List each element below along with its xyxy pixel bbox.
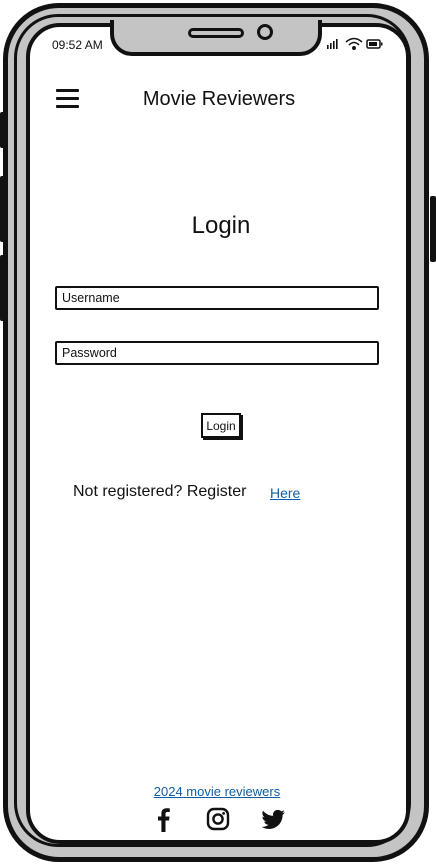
notch bbox=[110, 20, 322, 56]
password-field[interactable] bbox=[55, 341, 379, 365]
signal-icon bbox=[327, 39, 338, 49]
side-button-right bbox=[430, 196, 436, 262]
front-camera bbox=[257, 24, 273, 40]
battery-icon bbox=[366, 39, 383, 49]
twitter-icon[interactable] bbox=[259, 805, 287, 833]
login-heading: Login bbox=[191, 212, 251, 239]
speaker-grille bbox=[188, 28, 244, 38]
facebook-icon[interactable] bbox=[150, 805, 178, 833]
status-icons bbox=[326, 35, 386, 58]
side-button-left bbox=[0, 176, 6, 242]
username-input[interactable] bbox=[62, 289, 372, 307]
status-time: 09:52 AM bbox=[52, 38, 103, 52]
login-button[interactable]: Login bbox=[201, 413, 241, 438]
instagram-icon[interactable] bbox=[204, 805, 232, 833]
password-input[interactable] bbox=[62, 344, 372, 362]
side-button-left bbox=[0, 255, 6, 321]
register-link[interactable]: Here bbox=[270, 485, 300, 501]
register-prompt: Not registered? Register bbox=[73, 483, 247, 500]
hamburger-menu-icon[interactable] bbox=[56, 87, 80, 108]
side-button-left bbox=[0, 112, 6, 148]
wifi-icon bbox=[345, 37, 363, 50]
app-title: Movie Reviewers bbox=[142, 88, 296, 110]
footer-link[interactable]: 2024 movie reviewers bbox=[130, 784, 304, 799]
username-field[interactable] bbox=[55, 286, 379, 310]
